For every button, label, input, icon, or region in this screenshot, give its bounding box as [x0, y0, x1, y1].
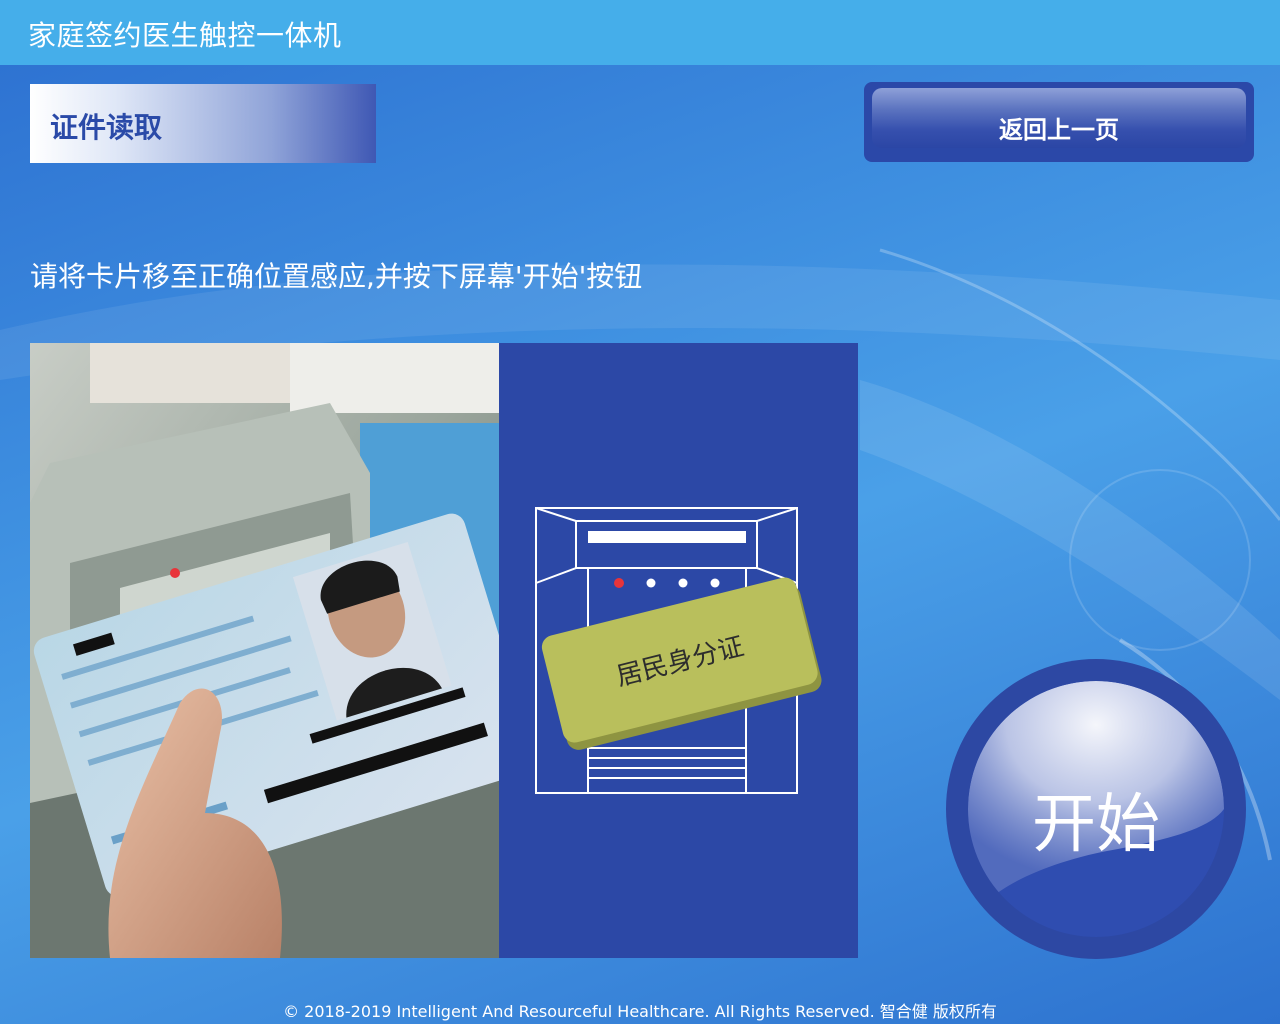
card-reader-diagram: 居民身分证: [499, 343, 858, 958]
back-button[interactable]: 返回上一页: [864, 82, 1254, 162]
id-card-photo-image: [30, 343, 499, 958]
id-card-photo: [30, 343, 499, 958]
start-button[interactable]: 开始: [946, 659, 1246, 959]
top-bar: 家庭签约医生触控一体机: [0, 0, 1280, 65]
section-title: 证件读取: [50, 111, 163, 144]
back-button-label: 返回上一页: [999, 116, 1119, 144]
back-button-face[interactable]: 返回上一页: [872, 88, 1246, 148]
footer-copyright: © 2018-2019 Intelligent And Resourceful …: [283, 1002, 997, 1021]
section-tab: 证件读取: [30, 84, 376, 163]
id-card-illustration: 居民身分证: [541, 577, 822, 750]
card-reader-illustration: 居民身分证: [535, 507, 822, 794]
app-title: 家庭签约医生触控一体机: [28, 19, 342, 52]
start-button-label: 开始: [1032, 788, 1160, 862]
start-button-face[interactable]: 开始: [968, 681, 1224, 937]
instruction-text: 请将卡片移至正确位置感应,并按下屏幕'开始'按钮: [30, 260, 643, 293]
